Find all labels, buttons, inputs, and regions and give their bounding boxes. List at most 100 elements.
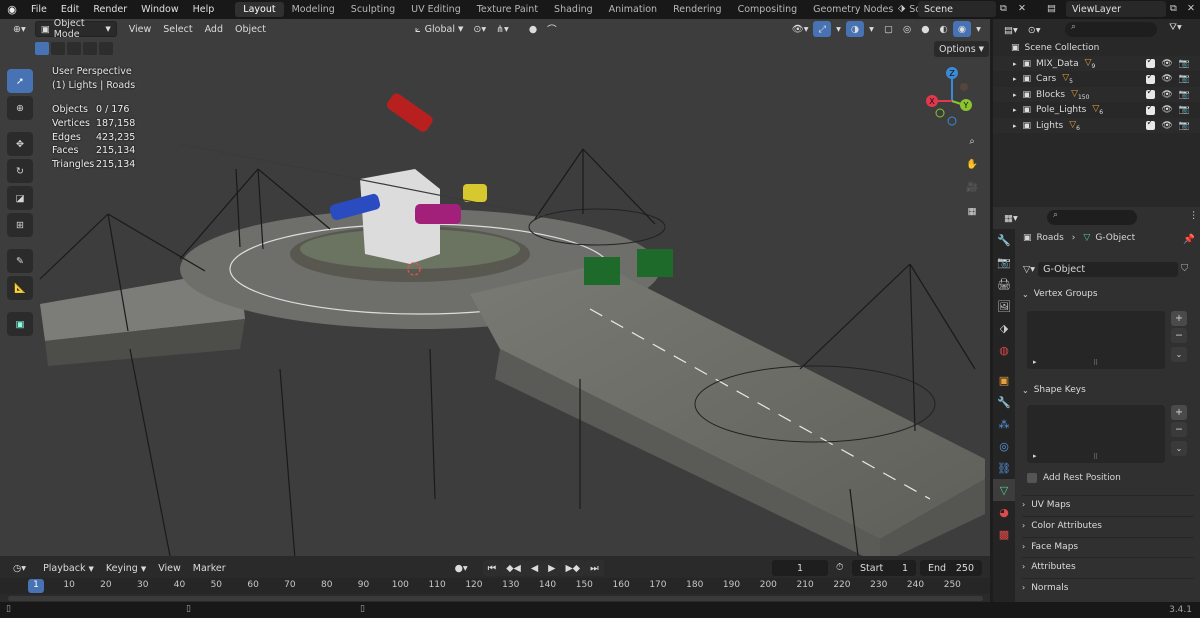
workspace-tab-modeling[interactable]: Modeling <box>284 2 343 17</box>
menu-window[interactable]: Window <box>134 4 185 15</box>
play-icon[interactable]: ▶ <box>543 560 561 576</box>
transform-orientation[interactable]: ⟀ Global ▼ <box>410 21 468 37</box>
mesh-data-browse-icon[interactable]: ▽▾ <box>1023 264 1035 275</box>
scene-tab-icon[interactable]: ⬗ <box>993 317 1015 339</box>
copy-view-layer-icon[interactable]: ⧉ <box>1170 3 1177 14</box>
visibility-icon[interactable]: 👁▾ <box>787 21 814 37</box>
eye-icon[interactable]: 👁 <box>1161 90 1172 100</box>
current-frame-field[interactable]: 1 <box>772 560 828 576</box>
delete-view-layer-icon[interactable]: ✕ <box>1187 3 1195 14</box>
view-layer-tab-icon[interactable]: 🖼 <box>993 295 1015 317</box>
ortho-grid-icon[interactable]: ▦ <box>962 201 982 221</box>
panel-normals[interactable]: › Normals <box>1022 578 1194 596</box>
eye-icon[interactable]: 👁 <box>1161 121 1172 131</box>
camera-icon[interactable]: 📷 <box>1179 59 1190 69</box>
shading-rendered-icon[interactable]: ◉ <box>952 21 972 37</box>
measure-tool[interactable]: 📐 <box>7 276 33 300</box>
scene-icon[interactable]: ⬗ <box>898 3 905 14</box>
prev-keyframe-icon[interactable]: ◆◀ <box>501 560 526 576</box>
record-keyframe-icon[interactable]: ●▾ <box>450 560 473 576</box>
particles-tab-icon[interactable]: ⁂ <box>993 413 1015 435</box>
list-resize-handle[interactable]: ⠿ <box>1093 359 1098 367</box>
eye-icon[interactable]: 👁 <box>1161 74 1172 84</box>
next-keyframe-icon[interactable]: ▶◆ <box>560 560 586 576</box>
camera-icon[interactable]: 📷 <box>1179 105 1190 115</box>
list-expand-icon[interactable]: ▸ <box>1033 452 1037 460</box>
object-tab-icon[interactable]: ▣ <box>993 369 1015 391</box>
data-tab-icon[interactable]: ▽ <box>993 479 1015 501</box>
editor-type-icon[interactable]: ⊕▾ <box>8 21 31 37</box>
view-layer-icon[interactable]: ▤ <box>1047 3 1056 14</box>
zoom-icon[interactable]: ⌕ <box>962 131 982 151</box>
annotate-tool[interactable]: ✎ <box>7 249 33 273</box>
proportional-edit-icon[interactable]: ● <box>524 21 542 37</box>
timeline-scroll-track[interactable] <box>8 596 983 601</box>
vertex-groups-list[interactable]: ▸ ⠿ <box>1027 311 1165 369</box>
physics-tab-icon[interactable]: ◎ <box>993 435 1015 457</box>
shape-key-specials-button[interactable]: ⌄ <box>1171 441 1187 456</box>
panel-face-maps[interactable]: › Face Maps <box>1022 537 1194 555</box>
properties-search-input[interactable]: ⌕ <box>1047 210 1137 225</box>
scene-collection-row[interactable]: ▣ Scene Collection <box>993 40 1200 55</box>
jump-start-icon[interactable]: ⏮ <box>482 560 502 576</box>
copy-scene-icon[interactable]: ⧉ <box>1000 3 1007 14</box>
checkbox-box[interactable] <box>1027 473 1037 483</box>
panel-uv-maps[interactable]: › UV Maps <box>1022 495 1194 513</box>
gizmo-menu-icon[interactable]: ▾ <box>831 21 846 37</box>
jump-end-icon[interactable]: ⏭ <box>585 560 604 576</box>
select-extend-icon[interactable] <box>51 42 65 55</box>
workspace-tab-texture-paint[interactable]: Texture Paint <box>469 2 546 17</box>
viewport-menu-view[interactable]: View <box>123 24 158 35</box>
render-tab-icon[interactable]: 📷 <box>993 251 1015 273</box>
timeline-editor-type-icon[interactable]: ◷▾ <box>8 560 31 576</box>
world-tab-icon[interactable]: ◍ <box>993 339 1015 361</box>
camera-icon[interactable]: 📷 <box>1179 90 1190 100</box>
mesh-data-name-field[interactable]: G-Object <box>1038 261 1178 277</box>
camera-view-icon[interactable]: 🎥 <box>962 177 982 197</box>
shape-keys-list[interactable]: ▸ ⠿ <box>1027 405 1165 463</box>
exclude-checkbox[interactable] <box>1146 87 1156 100</box>
expand-arrow-icon[interactable]: ▸ <box>1013 60 1017 68</box>
shading-menu-icon[interactable]: ▾ <box>971 21 986 37</box>
shading-solid-icon[interactable]: ● <box>916 21 934 37</box>
mesh-data-selector[interactable]: ▽▾ G-Object <box>1023 261 1178 277</box>
exclude-checkbox[interactable] <box>1146 72 1156 84</box>
properties-menu-icon[interactable]: ⋮ <box>1189 210 1199 221</box>
eye-icon[interactable]: 👁 <box>1161 105 1172 115</box>
workspace-tab-shading[interactable]: Shading <box>546 2 601 17</box>
workspace-tab-uv-editing[interactable]: UV Editing <box>403 2 469 17</box>
pivot-point-icon[interactable]: ⊙▾ <box>468 21 491 37</box>
blender-logo-icon[interactable]: ◉ <box>0 3 24 16</box>
list-expand-icon[interactable]: ▸ <box>1033 358 1037 366</box>
workspace-tab-layout[interactable]: Layout <box>235 2 284 17</box>
viewport-menu-select[interactable]: Select <box>157 24 198 35</box>
workspace-tab-compositing[interactable]: Compositing <box>730 2 806 17</box>
add-rest-position-checkbox[interactable]: Add Rest Position <box>1027 473 1121 483</box>
workspace-tab-rendering[interactable]: Rendering <box>665 2 730 17</box>
start-frame-field[interactable]: Start 1 <box>852 560 916 576</box>
exclude-checkbox[interactable] <box>1146 118 1156 131</box>
outliner-row[interactable]: ▸▣Lights▽6👁📷 <box>993 118 1200 134</box>
select-new-icon[interactable] <box>35 42 49 55</box>
display-mode-icon[interactable]: ⊙▾ <box>1023 22 1046 38</box>
frame-ruler[interactable]: 1 10 20 30 40 50 60 70 80 90 100 110 120 130 140 150 160… <box>0 578 990 594</box>
remove-shape-key-button[interactable]: − <box>1171 422 1187 437</box>
scale-tool[interactable]: ◪ <box>7 186 33 210</box>
shading-material-icon[interactable]: ◐ <box>935 21 953 37</box>
menu-help[interactable]: Help <box>186 4 222 15</box>
pin-icon[interactable]: 📌 <box>1183 234 1195 245</box>
select-invert-icon[interactable] <box>83 42 97 55</box>
shading-wireframe-icon[interactable]: ◎ <box>898 21 916 37</box>
exclude-checkbox[interactable] <box>1146 103 1156 115</box>
snap-icon[interactable]: ⋔▾ <box>491 21 514 37</box>
add-shape-key-button[interactable]: + <box>1171 405 1187 420</box>
viewport-menu-add[interactable]: Add <box>199 24 229 35</box>
expand-arrow-icon[interactable]: ▸ <box>1013 75 1017 83</box>
navigation-gizmo[interactable]: Z Y X <box>922 65 982 135</box>
material-tab-icon[interactable]: ◕ <box>993 501 1015 523</box>
scene-selector[interactable]: Scene <box>918 1 996 17</box>
select-subtract-icon[interactable] <box>67 42 81 55</box>
exclude-checkbox[interactable] <box>1146 56 1156 68</box>
viewport-menu-object[interactable]: Object <box>229 24 272 35</box>
3d-viewport[interactable]: ⊕▾ ▣ Object Mode ▼ View Select Add Objec… <box>0 19 990 556</box>
